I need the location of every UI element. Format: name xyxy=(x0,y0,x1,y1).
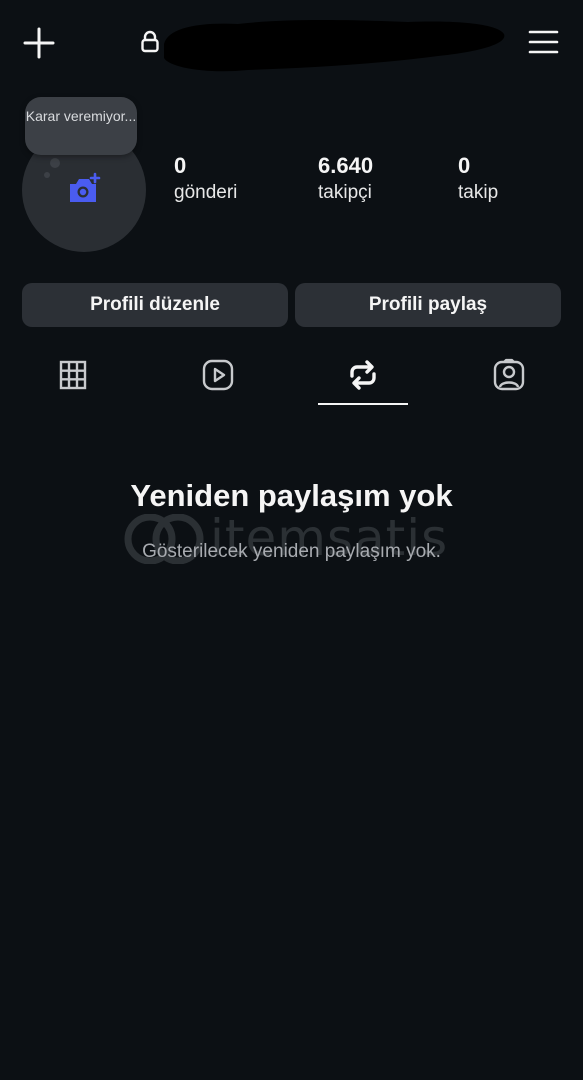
followers-stat[interactable]: 6.640 takipçi xyxy=(318,153,373,205)
plus-icon xyxy=(23,27,55,59)
reels-play-icon xyxy=(202,359,233,391)
grid-icon xyxy=(59,360,86,390)
posts-label: gönderi xyxy=(174,182,238,203)
tab-reposts[interactable] xyxy=(290,352,435,402)
active-tab-indicator xyxy=(318,403,408,405)
following-stat[interactable]: 0 takip xyxy=(458,153,498,205)
share-profile-button[interactable]: Profili paylaş xyxy=(295,283,561,327)
note-bubble[interactable]: Karar veremiyor... xyxy=(25,97,137,155)
note-bubble-tail xyxy=(50,158,60,168)
empty-state-title: Yeniden paylaşım yok xyxy=(130,478,453,513)
lock-icon xyxy=(140,30,160,54)
tagged-person-icon xyxy=(493,358,524,391)
redacted-username xyxy=(158,14,508,76)
repost-icon xyxy=(349,360,376,390)
followers-label: takipçi xyxy=(318,182,372,203)
new-post-button[interactable] xyxy=(22,26,56,60)
posts-stat[interactable]: 0 gönderi xyxy=(174,153,237,205)
menu-button[interactable] xyxy=(527,28,560,56)
edit-profile-button[interactable]: Profili düzenle xyxy=(22,283,288,327)
followers-count: 6.640 xyxy=(318,153,374,178)
add-photo-camera-icon xyxy=(66,172,102,208)
tab-tagged[interactable] xyxy=(436,352,581,402)
note-bubble-tail-small xyxy=(44,172,50,178)
following-count: 0 xyxy=(458,153,471,178)
posts-count: 0 xyxy=(174,153,187,178)
tab-posts-grid[interactable] xyxy=(0,352,145,402)
empty-state-subtitle: Gösterilecek yeniden paylaşım yok. xyxy=(142,541,441,562)
following-label: takip xyxy=(458,182,499,203)
hamburger-menu-icon xyxy=(528,30,559,54)
tab-reels[interactable] xyxy=(145,352,290,402)
